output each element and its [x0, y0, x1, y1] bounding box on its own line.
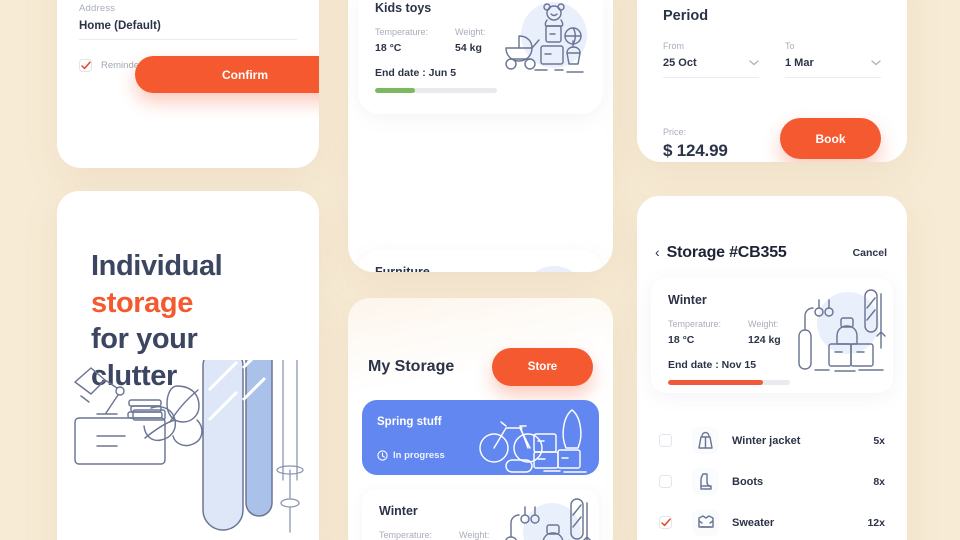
item-quantity: 5x: [873, 434, 885, 447]
temperature-label: Temperature:: [668, 319, 722, 329]
reminder-checkbox[interactable]: [79, 59, 92, 72]
weight-value: 124 kg: [748, 334, 781, 346]
jacket-icon: [692, 427, 719, 454]
temperature-value: 18 °C: [375, 42, 402, 54]
winter-gear-icon: [798, 289, 886, 372]
temperature-label: Temperature:: [375, 27, 429, 37]
to-value: 1 Mar: [785, 57, 814, 69]
list-item[interactable]: Winter jacket 5x: [637, 420, 907, 461]
weight-label: Weight:: [459, 530, 490, 540]
storage-item-card[interactable]: Kids toys Temperature: 18 °C Weight: 54 …: [358, 0, 603, 114]
from-value: 25 Oct: [663, 57, 697, 69]
hero-line-3: for your: [91, 323, 198, 356]
marketing-hero-screen: Individual storage for your clutter: [57, 191, 319, 540]
price-row: Price: $ 124.99 Book: [637, 118, 907, 161]
hero-line-2: storage: [91, 286, 193, 319]
to-date-select[interactable]: 1 Mar: [785, 57, 881, 78]
book-button[interactable]: Book: [780, 118, 881, 159]
item-quantity: 8x: [873, 475, 885, 488]
bicycle-boxes-surfboard-icon: [479, 409, 587, 473]
to-label: To: [785, 41, 795, 51]
page-title: My Storage: [368, 358, 455, 375]
item-checkbox[interactable]: [659, 434, 672, 447]
kids-toys-icon: [505, 3, 584, 73]
progress-bar: [668, 380, 790, 385]
address-label: Address: [79, 3, 116, 14]
cancel-button[interactable]: Cancel: [853, 247, 887, 259]
price-value: $ 124.99: [663, 141, 728, 160]
winter-gear-icon: [505, 498, 592, 540]
chevron-left-icon[interactable]: ‹: [655, 245, 660, 259]
my-storage-header: My Storage Store: [348, 298, 613, 386]
period-booking-screen: Period From 25 Oct To 1 Mar Price: $ 124…: [637, 0, 907, 162]
storage-item-card[interactable]: Furniture Temperature: 18 °C Weight: 954…: [358, 250, 603, 272]
tile-status-label: In progress: [393, 450, 445, 461]
confirm-button[interactable]: Confirm: [135, 56, 319, 93]
address-value: Home (Default): [79, 20, 297, 40]
item-name: Boots: [732, 475, 764, 488]
clock-icon: [377, 450, 388, 461]
weight-label: Weight:: [455, 27, 486, 37]
furniture-icon: [497, 262, 595, 272]
price-label: Price:: [663, 127, 687, 137]
tile-name: Spring stuff: [377, 416, 442, 428]
to-date-field[interactable]: To 1 Mar: [785, 41, 881, 78]
storage-list-screen: Kids toys Temperature: 18 °C Weight: 54 …: [348, 0, 613, 272]
item-name: Winter jacket: [732, 434, 801, 447]
desk-lamp-plants-storage-tubes-illustration: [74, 360, 304, 533]
page-title: Period: [663, 8, 709, 24]
weight-value: 54 kg: [455, 42, 482, 54]
item-name: Sweater: [732, 516, 775, 529]
check-icon: [660, 518, 671, 527]
tile-status: In progress: [377, 450, 445, 461]
price-block: Price: $ 124.99: [663, 127, 728, 161]
item-quantity: 12x: [867, 516, 885, 529]
progress-bar: [375, 88, 497, 93]
temperature-label: Temperature:: [379, 530, 433, 540]
address-field[interactable]: Address Home (Default): [57, 3, 319, 40]
from-date-select[interactable]: 25 Oct: [663, 57, 759, 78]
storage-summary-card[interactable]: Winter Temperature: 18 °C Weight: 124 kg…: [651, 278, 893, 393]
date-range-row: From 25 Oct To 1 Mar: [637, 41, 907, 78]
list-item[interactable]: Sweater 12x: [637, 502, 907, 540]
chevron-down-icon: [871, 60, 881, 66]
weight-label: Weight:: [748, 319, 779, 329]
storage-tile-next[interactable]: Winter Temperature: 18 °C Weight: 124 kg: [362, 489, 599, 540]
hero-line-1: Individual: [91, 250, 223, 282]
check-icon: [80, 61, 91, 70]
item-checkbox[interactable]: [659, 516, 672, 529]
progress-fill: [668, 380, 764, 385]
my-storage-screen: My Storage Store Spring stuff In progres…: [348, 298, 613, 540]
from-label: From: [663, 41, 684, 51]
list-item[interactable]: Boots 8x: [637, 461, 907, 502]
detail-header: ‹ Storage #CB355 Cancel: [637, 196, 907, 262]
confirm-booking-screen: Address Home (Default) Reminder in the c…: [57, 0, 319, 168]
sweater-icon: [692, 509, 719, 536]
app-canvas: Kids toys Temperature: 18 °C Weight: 54 …: [0, 0, 960, 540]
page-title: Storage #CB355: [666, 244, 787, 261]
boot-icon: [692, 468, 719, 495]
from-date-field[interactable]: From 25 Oct: [663, 41, 759, 78]
temperature-value: 18 °C: [668, 334, 695, 346]
chevron-down-icon: [749, 60, 759, 66]
item-checkbox[interactable]: [659, 475, 672, 488]
progress-fill: [375, 88, 416, 93]
storage-detail-screen: ‹ Storage #CB355 Cancel Winter Temperatu…: [637, 196, 907, 540]
store-button[interactable]: Store: [492, 348, 593, 386]
inventory-list: Winter jacket 5x Boots 8x Sweater 12x: [637, 407, 907, 540]
storage-tile-active[interactable]: Spring stuff In progress: [362, 400, 599, 475]
